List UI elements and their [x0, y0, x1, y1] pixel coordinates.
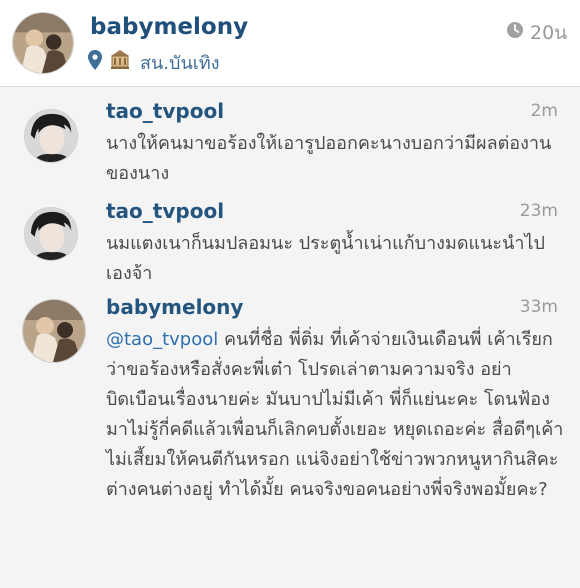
comment-username[interactable]: babymelony: [106, 295, 243, 319]
comment-time: 2m: [530, 101, 558, 121]
location-label: สน.บันเทิง: [140, 53, 220, 74]
location-pin-icon: [88, 50, 102, 70]
comment-time: 33m: [519, 297, 558, 317]
post-timestamp: 20น: [530, 22, 568, 44]
comment-body: คนที่ชื่อ พี่ติ่ม ที่เค้าจ่ายเงินเดือนพี…: [106, 329, 564, 500]
user-mention[interactable]: @tao_tvpool: [106, 329, 218, 350]
comment-username[interactable]: tao_tvpool: [106, 99, 224, 123]
comment: tao_tvpool 23m นมแตงเนาก็นมปลอมนะ ประตูน…: [0, 199, 580, 289]
clock-icon: [507, 22, 523, 38]
comment-time: 23m: [519, 201, 558, 221]
avatar[interactable]: [12, 12, 74, 74]
avatar[interactable]: [24, 109, 78, 163]
comment: babymelony 33m @tao_tvpool คนที่ชื่อ พี่…: [0, 295, 580, 585]
comment-text: นมแตงเนาก็นมปลอมนะ ประตูน้ำเน่าแก้บางมดแ…: [106, 233, 545, 284]
avatar[interactable]: [24, 207, 78, 261]
post-time: 20น: [506, 18, 567, 44]
comment: tao_tvpool 2m นางให้คนมาขอร้องให้เอารูปอ…: [0, 99, 580, 189]
comment-text: @tao_tvpool คนที่ชื่อ พี่ติ่ม ที่เค้าจ่า…: [106, 325, 566, 505]
avatar[interactable]: [22, 299, 86, 363]
post-username[interactable]: babymelony: [90, 14, 248, 40]
post-header: babymelony สน.บันเทิง 20น: [0, 0, 580, 87]
comments-list: tao_tvpool 2m นางให้คนมาขอร้องให้เอารูปอ…: [0, 87, 580, 588]
building-icon: [111, 50, 129, 69]
comment-text: นางให้คนมาขอร้องให้เอารูปออกคะนางบอกว่าม…: [106, 133, 552, 184]
comment-username[interactable]: tao_tvpool: [106, 199, 224, 223]
